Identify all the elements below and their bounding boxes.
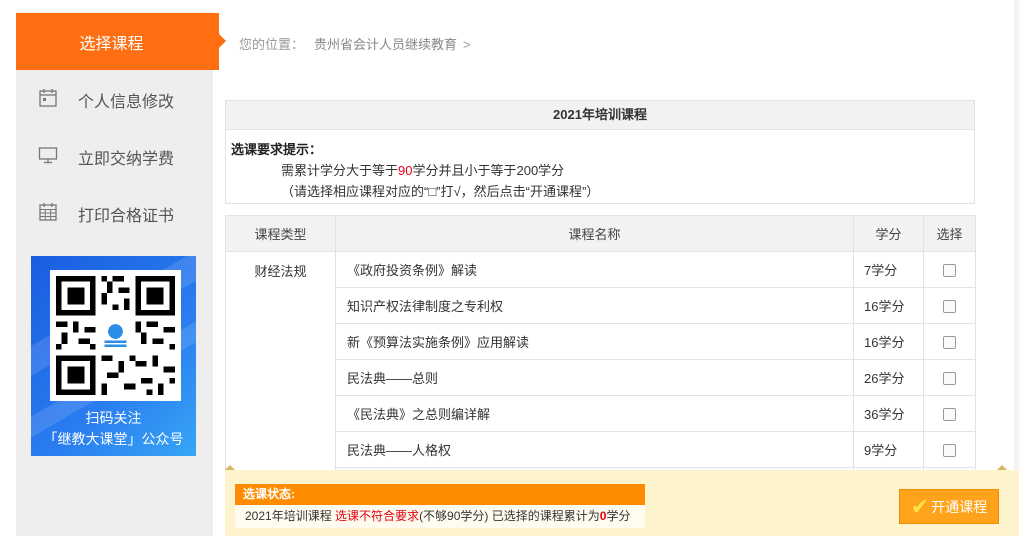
course-table: 课程类型 课程名称 学分 选择 财经法规 《政府投资条例》解读 7学分 知识产权… (225, 215, 976, 504)
sidebar: 选择课程 个人信息修改 立即交纳学费 打印合格证书 扫码关注 「继教大课堂」公众… (0, 0, 226, 536)
sidebar-item-edit-profile[interactable]: 个人信息修改 (16, 70, 213, 127)
grid-calendar-icon (38, 202, 58, 222)
course-name: 民法典——人格权 (335, 431, 854, 468)
course-checkbox[interactable] (943, 372, 956, 386)
course-credit: 9学分 (853, 431, 924, 468)
table-row: 民法典——人格权 9学分 (226, 431, 976, 468)
sidebar-item-label: 选择课程 (79, 35, 144, 53)
course-credit: 36学分 (853, 395, 924, 432)
selection-status-bar: 选课状态: 2021年培训课程 选课不符合要求(不够90学分) 已选择的课程累计… (225, 465, 1019, 536)
course-category: 财经法规 (225, 251, 336, 504)
sidebar-item-pay-tuition[interactable]: 立即交纳学费 (16, 127, 213, 184)
calendar-icon (38, 88, 58, 108)
course-name: 新《预算法实施条例》应用解读 (335, 323, 854, 360)
corner-marker-icon (225, 465, 235, 470)
requirement-line2: （请选择相应课程对应的“□”打√，然后点击“开通课程”） (281, 184, 600, 199)
corner-marker-icon (997, 465, 1007, 470)
sidebar-item-select-course[interactable]: 选择课程 (16, 13, 226, 70)
table-row: 知识产权法律制度之专利权 16学分 (226, 287, 976, 324)
breadcrumb-separator: > (463, 37, 471, 52)
course-checkbox[interactable] (943, 444, 956, 458)
table-row: 民法典——总则 26学分 (226, 359, 976, 396)
breadcrumb-prefix: 您的位置： (239, 37, 305, 52)
table-row: 《民法典》之总则编详解 36学分 (226, 395, 976, 432)
sidebar-item-label: 个人信息修改 (78, 94, 175, 111)
course-name: 《民法典》之总则编详解 (335, 395, 854, 432)
course-name: 民法典——总则 (335, 359, 854, 396)
scrollbar[interactable] (1014, 0, 1019, 470)
course-checkbox[interactable] (943, 300, 956, 314)
sidebar-item-label: 打印合格证书 (78, 208, 175, 225)
sidebar-item-print-certificate[interactable]: 打印合格证书 (16, 184, 213, 241)
status-heading: 选课状态: (235, 484, 645, 505)
open-course-label: 开通课程 (931, 498, 988, 515)
breadcrumb-site-link[interactable]: 贵州省会计人员继续教育 (314, 37, 457, 52)
course-credit: 16学分 (853, 323, 924, 360)
table-row: 新《预算法实施条例》应用解读 16学分 (226, 323, 976, 360)
course-name: 《政府投资条例》解读 (335, 251, 854, 288)
requirement-title: 选课要求提示： (231, 142, 323, 157)
status-detail: 2021年培训课程 选课不符合要求(不够90学分) 已选择的课程累计为0学分 (235, 505, 645, 528)
status-state: 选课不符合要求 (335, 509, 420, 523)
header-category: 课程类型 (225, 215, 336, 252)
course-checkbox[interactable] (943, 336, 956, 350)
status-course: 2021年培训课程 (245, 509, 332, 523)
qr-promo-banner: 扫码关注 「继教大课堂」公众号 (31, 256, 196, 456)
monitor-icon (38, 145, 58, 165)
requirement-text: 需累计学分大于等于 (281, 163, 399, 178)
course-credit: 26学分 (853, 359, 924, 396)
course-credit: 16学分 (853, 287, 924, 324)
requirement-line1: 需累计学分大于等于90学分并且小于等于200学分 (281, 160, 564, 179)
table-header-row: 课程类型 课程名称 学分 选择 (225, 215, 976, 252)
active-pointer-icon (219, 34, 226, 48)
breadcrumb: 您的位置： 贵州省会计人员继续教育 > (239, 34, 471, 53)
qr-caption-line2: 「继教大课堂」公众号 (43, 431, 184, 447)
table-row: 财经法规 《政府投资条例》解读 7学分 (225, 251, 976, 504)
course-name: 知识产权法律制度之专利权 (335, 287, 854, 324)
course-checkbox[interactable] (943, 264, 956, 278)
header-credit: 学分 (853, 215, 924, 252)
open-course-button[interactable]: ✔ 开通课程 (899, 489, 999, 524)
requirement-text: 学分并且小于等于200学分 (412, 163, 565, 178)
qr-caption-line1: 扫码关注 (85, 410, 142, 426)
course-panel-title: 2021年培训课程 (225, 100, 975, 130)
requirement-box: 选课要求提示： 需累计学分大于等于90学分并且小于等于200学分 （请选择相应课… (225, 130, 975, 204)
course-checkbox[interactable] (943, 408, 956, 422)
course-credit: 7学分 (853, 251, 924, 288)
checkmark-icon: ✔ (910, 493, 930, 519)
requirement-min-credit: 90 (398, 163, 413, 178)
header-select: 选择 (923, 215, 976, 252)
status-detail-text: (不够90学分) 已选择的课程累计为 (419, 509, 600, 523)
header-course-name: 课程名称 (335, 215, 854, 252)
qr-code (50, 270, 181, 401)
sidebar-item-label: 立即交纳学费 (78, 151, 175, 168)
status-unit: 学分 (606, 509, 631, 523)
